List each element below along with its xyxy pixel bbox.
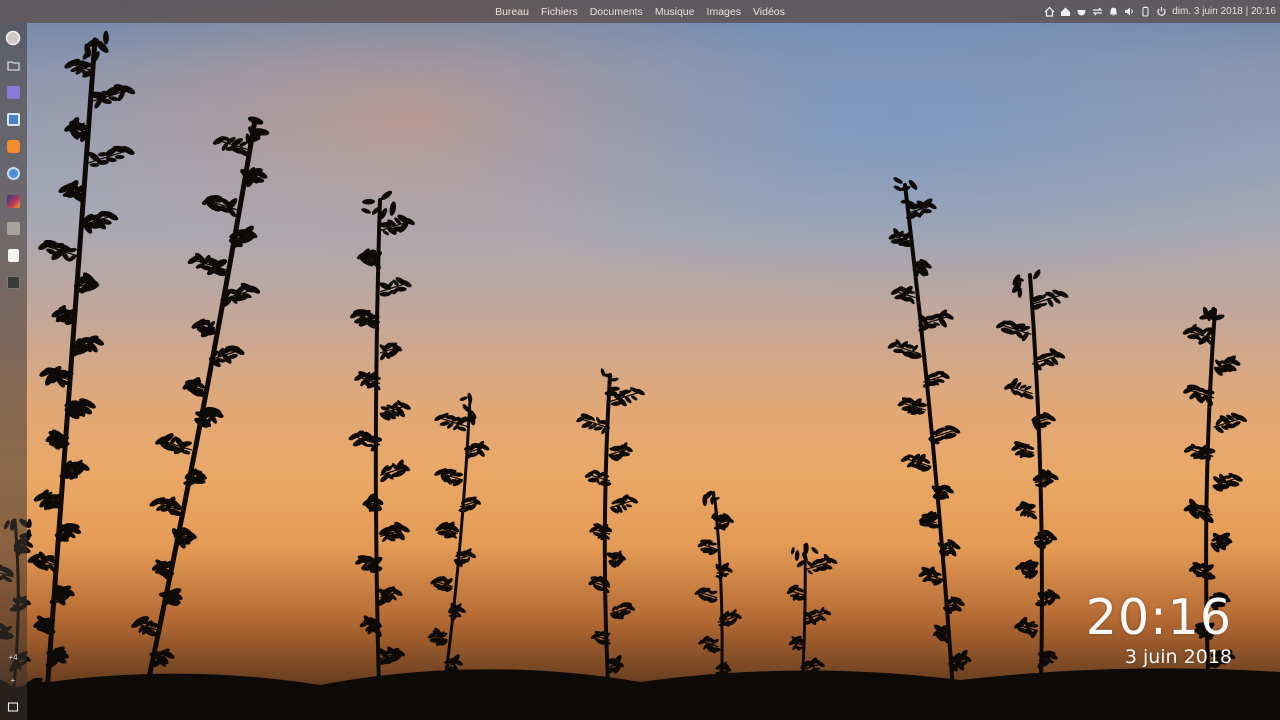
places-images[interactable]: Images [707, 6, 741, 18]
tools-app-icon [6, 221, 20, 235]
volume-icon[interactable] [1124, 6, 1135, 17]
launcher-terminal[interactable] [4, 273, 22, 291]
show-desktop-button[interactable] [4, 698, 22, 716]
app-menu-icon [5, 30, 21, 46]
firefox-icon [6, 139, 20, 153]
app-menu-button[interactable] [4, 29, 22, 47]
indicator-area: dim. 3 juin 2018 | 20:16 [1044, 0, 1276, 23]
places-bureau[interactable]: Bureau [495, 6, 529, 18]
launcher: +4 + [0, 23, 27, 720]
places-documents[interactable]: Documents [590, 6, 643, 18]
places-videos[interactable]: Vidéos [753, 6, 785, 18]
desktop-clock-date: 3 juin 2018 [1124, 646, 1232, 668]
battery-icon[interactable] [1140, 6, 1151, 17]
desktop-clock-time: 20:16 [1085, 589, 1232, 646]
cup-icon[interactable] [1076, 6, 1087, 17]
launcher-chromium[interactable] [4, 164, 22, 182]
terminal-icon [6, 275, 20, 289]
files-app-icon [6, 85, 20, 99]
home-alt-icon[interactable] [1060, 6, 1071, 17]
monitor-app-icon [6, 194, 20, 208]
network-icon[interactable] [1092, 6, 1103, 17]
launcher-document[interactable] [4, 246, 22, 264]
add-workspace-button[interactable]: + [2, 676, 24, 685]
workspace-indicator[interactable]: +4 [2, 653, 24, 662]
places-fichiers[interactable]: Fichiers [541, 6, 578, 18]
panel-clock[interactable]: dim. 3 juin 2018 | 20:16 [1172, 6, 1276, 17]
launcher-window-app[interactable] [4, 110, 22, 128]
power-icon[interactable] [1156, 6, 1167, 17]
chromium-icon [6, 166, 20, 180]
window-app-icon [6, 112, 20, 126]
places-musique[interactable]: Musique [655, 6, 695, 18]
document-icon [7, 248, 19, 262]
launcher-files-app[interactable] [4, 83, 22, 101]
window-outline-icon [7, 702, 19, 712]
launcher-monitor-app[interactable] [4, 192, 22, 210]
home-icon[interactable] [1044, 6, 1055, 17]
folder-icon [6, 60, 20, 71]
top-panel: Bureau Fichiers Documents Musique Images… [0, 0, 1280, 23]
notification-bell-icon[interactable] [1108, 6, 1119, 17]
desktop-clock-widget: 20:16 3 juin 2018 [992, 590, 1232, 669]
launcher-tools-app[interactable] [4, 219, 22, 237]
launcher-firefox[interactable] [4, 137, 22, 155]
launcher-folder[interactable] [4, 56, 22, 74]
